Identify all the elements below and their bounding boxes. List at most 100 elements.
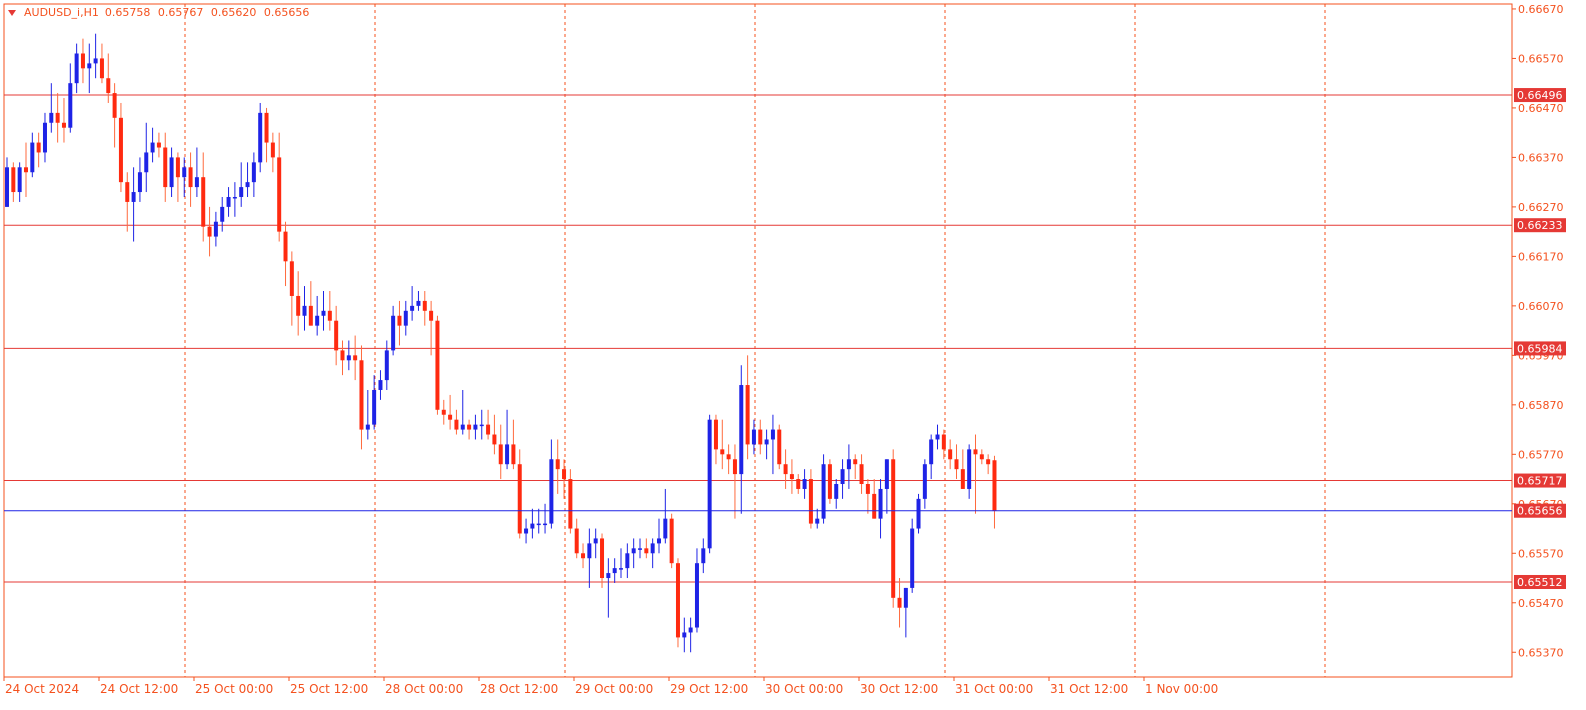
- y-tick-label: 0.66670: [1518, 3, 1564, 16]
- candle-body: [751, 429, 756, 445]
- candle-body: [42, 122, 47, 153]
- candle-body: [106, 78, 111, 94]
- candle-body: [713, 419, 718, 450]
- y-tick-label: 0.66570: [1518, 52, 1564, 65]
- candle-body: [239, 187, 244, 197]
- candle-body: [422, 300, 427, 311]
- candle-body: [543, 523, 548, 526]
- x-tick-label: 25 Oct 12:00: [290, 682, 368, 696]
- candle-body: [308, 305, 313, 326]
- candle-body: [479, 424, 484, 427]
- y-tick-label: 0.66070: [1518, 300, 1564, 313]
- plot-frame: [3, 3, 1513, 678]
- candle-body: [80, 53, 85, 69]
- candle-body: [156, 142, 161, 148]
- x-tick-label: 1 Nov 00:00: [1145, 682, 1218, 696]
- candle-body: [789, 474, 794, 480]
- candle-body: [530, 523, 535, 529]
- candle-body: [441, 409, 446, 415]
- candle-body: [346, 355, 351, 361]
- candle-body: [277, 157, 282, 232]
- candle-body: [118, 117, 123, 183]
- candle-body: [549, 459, 554, 524]
- candle-body: [289, 261, 294, 296]
- candle-body: [23, 167, 28, 173]
- candle-body: [606, 573, 611, 579]
- y-tick-label: 0.66170: [1518, 250, 1564, 263]
- candle-body: [416, 300, 421, 306]
- candle-body: [872, 493, 877, 519]
- x-tick-label: 31 Oct 00:00: [955, 682, 1033, 696]
- candle-body: [916, 498, 921, 529]
- y-tick-label: 0.65370: [1518, 646, 1564, 659]
- candle-body: [979, 454, 984, 460]
- ohlc-values: 0.65758 0.65767 0.65620 0.65656: [105, 6, 314, 19]
- ohlc-low: 0.65620: [210, 6, 257, 19]
- ohlc-open: 0.65758: [104, 6, 151, 19]
- candle-body: [619, 568, 624, 570]
- candle-body: [948, 449, 953, 460]
- candle-body: [435, 320, 440, 410]
- candle-body: [726, 454, 731, 460]
- candle-body: [448, 414, 453, 420]
- candle-body: [182, 167, 187, 178]
- candle-body: [207, 226, 212, 237]
- candle-body: [967, 449, 972, 489]
- candle-body: [125, 182, 130, 202]
- candle-body: [327, 310, 332, 321]
- candle-body: [194, 177, 199, 188]
- candle-body: [315, 315, 320, 326]
- candle-body: [884, 459, 889, 489]
- candle-body: [245, 182, 250, 188]
- x-tick-label: 31 Oct 12:00: [1050, 682, 1128, 696]
- candle-body: [973, 449, 978, 455]
- candle-body: [30, 142, 35, 173]
- y-tick-label: 0.65470: [1518, 597, 1564, 610]
- candle-body: [777, 429, 782, 465]
- dropdown-triangle-icon[interactable]: [8, 9, 16, 16]
- candle-body: [112, 93, 117, 118]
- candle-body: [454, 419, 459, 430]
- x-tick-label: 30 Oct 12:00: [860, 682, 938, 696]
- candle-body: [638, 548, 642, 550]
- candle-body: [5, 167, 9, 207]
- candle-body: [783, 464, 788, 475]
- symbol-header: AUDUSD_i,H1 0.65758 0.65767 0.65620 0.65…: [8, 6, 313, 19]
- candle-body: [49, 112, 54, 123]
- candle-body: [555, 459, 560, 470]
- candle-body: [87, 63, 92, 69]
- candlestick-chart[interactable]: 24 Oct 2024 24 Oct 12:00 25 Oct 00:00 25 Oc…: [0, 0, 1586, 710]
- candle-body: [359, 360, 364, 430]
- candle-body: [935, 434, 940, 440]
- chart-area[interactable]: 24 Oct 2024 24 Oct 12:00 25 Oct 00:00 25 Oc…: [0, 0, 1586, 710]
- candle-body: [131, 192, 136, 202]
- candle-body: [960, 469, 965, 489]
- ohlc-high: 0.65767: [157, 6, 204, 19]
- candle-body: [226, 196, 231, 207]
- candle-body: [391, 315, 396, 351]
- candle-body: [650, 543, 655, 554]
- candle-body: [397, 315, 402, 326]
- x-tick-label: 24 Oct 12:00: [100, 682, 178, 696]
- candle-body: [524, 528, 529, 534]
- candle-body: [593, 538, 598, 544]
- candle-body: [213, 221, 218, 237]
- level-label: 0.66496: [1517, 89, 1563, 102]
- x-tick-label: 29 Oct 00:00: [575, 682, 653, 696]
- y-tick-label: 0.65870: [1518, 399, 1564, 412]
- candle-body: [922, 464, 927, 499]
- candle-body: [802, 479, 807, 489]
- candle-body: [296, 295, 301, 316]
- candle-body: [815, 518, 820, 524]
- candle-body: [137, 172, 142, 193]
- y-tick-label: 0.66470: [1518, 102, 1564, 115]
- candle-body: [517, 464, 522, 534]
- symbol-name: AUDUSD_i,H1: [24, 6, 99, 19]
- candle-body: [701, 548, 706, 564]
- candle-body: [612, 568, 617, 574]
- candle-body: [486, 424, 491, 435]
- candle-body: [353, 355, 358, 361]
- candle-body: [410, 305, 415, 311]
- candle-body: [808, 479, 813, 524]
- candle-body: [99, 58, 104, 79]
